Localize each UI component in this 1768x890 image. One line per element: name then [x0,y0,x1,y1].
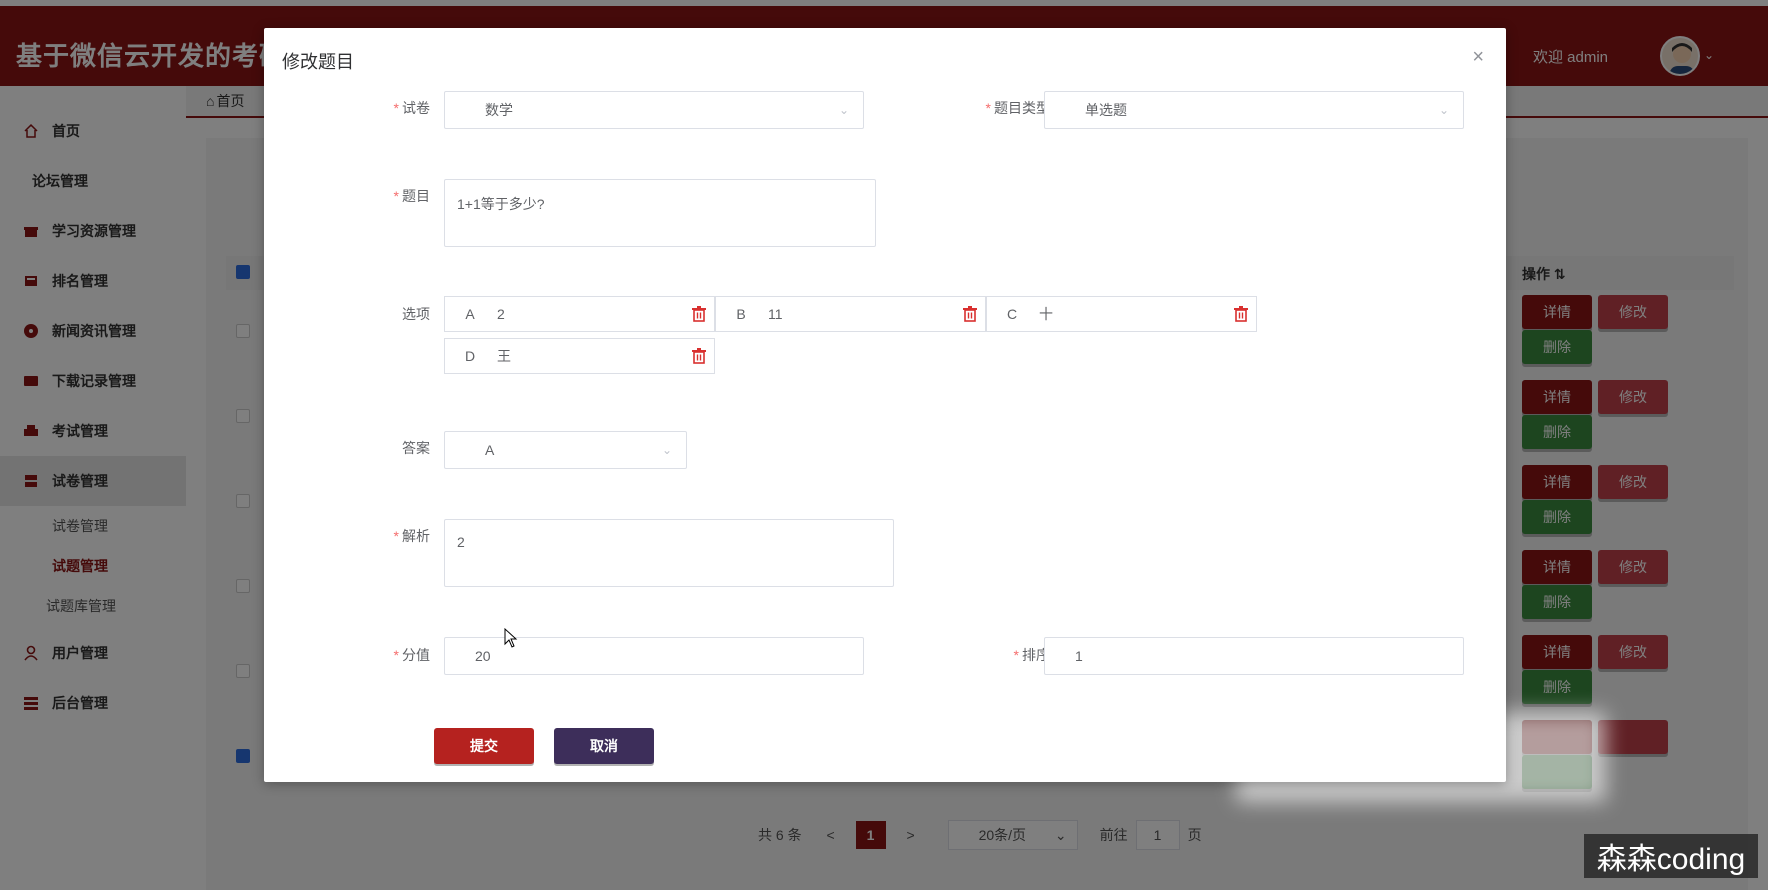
paper-label: * 试卷 [393,100,430,116]
trash-icon[interactable] [684,306,714,322]
analysis-label: * 解析 [393,528,430,544]
option-c-field[interactable]: C十 [986,296,1257,332]
options-label: 选项 [402,306,430,322]
option-d-field[interactable]: D王 [444,338,715,374]
close-icon[interactable]: × [1472,46,1484,69]
question-input[interactable]: 1+1等于多少? [444,179,876,247]
answer-label: 答案 [402,440,430,456]
edit-question-dialog: 修改题目 × *试卷 数学⌄ *题目类型 单选题⌄ *1+1等于多少?题目 1+… [264,28,1506,782]
chevron-down-icon: ⌄ [661,443,672,457]
dialog-title: 修改题目 [282,52,354,72]
cancel-button[interactable]: 取消 [554,728,654,764]
watermark-text: 森森coding [1584,834,1758,878]
type-select[interactable]: 单选题 ⌄ [1044,91,1464,129]
type-label: * 题目类型 [985,100,1050,116]
answer-select[interactable]: A ⌄ [444,431,687,469]
chevron-down-icon: ⌄ [1438,103,1449,117]
option-a-field[interactable]: A2 [444,296,715,332]
mouse-cursor-icon [504,627,518,651]
order-label: * 排序 [1013,647,1050,663]
trash-icon[interactable] [1226,306,1256,322]
question-label: *1+1等于多少?题目 [393,188,430,204]
analysis-textarea[interactable]: 2 [444,519,894,587]
option-b-field[interactable]: B 11 [715,296,986,332]
paper-select[interactable]: 数学 ⌄ [444,91,864,129]
chevron-down-icon: ⌄ [838,103,849,117]
score-label: * 分值 [393,647,430,663]
order-input[interactable]: 1 [1044,637,1464,675]
trash-icon[interactable] [684,348,714,364]
submit-button[interactable]: 提交 [434,728,534,764]
trash-icon[interactable] [955,306,985,322]
